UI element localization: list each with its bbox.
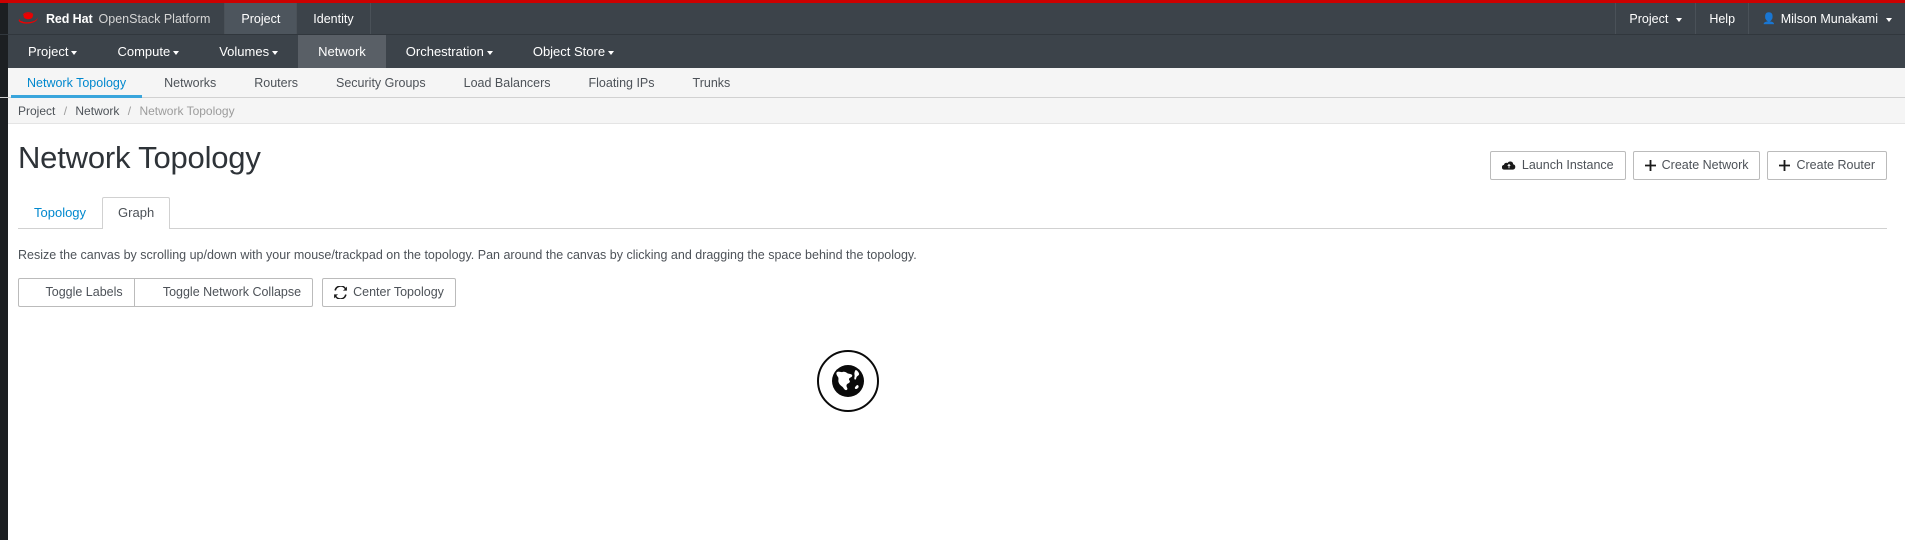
create-network-button[interactable]: Create Network	[1632, 151, 1761, 180]
nav-item-network-label: Network	[318, 44, 366, 59]
subnav-item-floating-ips[interactable]: Floating IPs	[570, 68, 674, 97]
brand-name-bold: Red Hat	[46, 11, 93, 26]
nav-item-network[interactable]: Network	[298, 35, 386, 68]
chevron-down-icon	[608, 50, 615, 55]
subnav-item-routers[interactable]: Routers	[235, 68, 317, 97]
help-link[interactable]: Help	[1695, 3, 1748, 34]
brand-name-light: OpenStack Platform	[98, 11, 211, 26]
nav-item-project-label: Project	[28, 44, 69, 59]
nav-item-orchestration[interactable]: Orchestration	[386, 35, 513, 68]
grid-3x3-icon	[146, 287, 157, 298]
center-topology-button[interactable]: Center Topology	[322, 278, 456, 308]
breadcrumb-band: Project / Network / Network Topology	[0, 98, 1905, 124]
breadcrumb: Project / Network / Network Topology	[18, 104, 235, 118]
tabs-wrap: Topology Graph	[0, 197, 1905, 229]
user-menu-label: Milson Munakami	[1780, 11, 1878, 26]
chevron-down-icon	[486, 50, 493, 55]
toggle-button-group: Toggle Labels Toggle Network Collapse	[18, 278, 314, 308]
secondary-nav: Network Topology Networks Routers Securi…	[0, 68, 1905, 98]
subnav-item-network-topology[interactable]: Network Topology	[8, 68, 145, 98]
user-icon: 👤	[1762, 12, 1776, 25]
nav-item-orchestration-label: Orchestration	[405, 44, 484, 59]
user-menu[interactable]: 👤 Milson Munakami	[1748, 3, 1905, 34]
subnav-item-load-balancers-label: Load Balancers	[463, 75, 551, 90]
launch-instance-label: Launch Instance	[1521, 158, 1614, 172]
nav-item-object-store-label: Object Store	[532, 44, 606, 59]
masthead-tab-identity[interactable]: Identity	[296, 3, 371, 34]
create-network-label: Create Network	[1661, 158, 1749, 172]
masthead-right-menu: Project Help 👤 Milson Munakami	[1615, 3, 1905, 34]
subnav-item-trunks-label: Trunks	[692, 75, 731, 90]
toggle-labels-label: Toggle Labels	[45, 285, 123, 300]
chevron-down-icon	[1676, 17, 1683, 22]
create-router-label: Create Router	[1796, 158, 1875, 172]
nav-item-volumes-label: Volumes	[219, 44, 270, 59]
chevron-down-icon	[1886, 17, 1892, 22]
primary-nav: Project Compute Volumes Network Orchestr…	[0, 34, 1905, 68]
subnav-item-floating-ips-label: Floating IPs	[588, 75, 655, 90]
red-hat-logo-icon	[18, 12, 40, 25]
project-selector-label: Project	[1629, 11, 1669, 26]
nav-item-object-store[interactable]: Object Store	[513, 35, 634, 68]
tab-topology[interactable]: Topology	[18, 197, 102, 229]
subnav-item-networks-label: Networks	[164, 75, 217, 90]
toggle-labels-button[interactable]: Toggle Labels	[18, 278, 135, 308]
breadcrumb-item-project[interactable]: Project	[18, 104, 55, 118]
plus-icon	[1779, 159, 1791, 171]
breadcrumb-separator: /	[63, 103, 68, 118]
tab-topology-label: Topology	[34, 205, 87, 221]
subnav-item-security-groups-label: Security Groups	[336, 75, 426, 90]
primary-nav-left-edge	[0, 35, 8, 68]
cloud-upload-icon	[1501, 160, 1516, 171]
nav-item-volumes[interactable]: Volumes	[199, 35, 298, 68]
topology-canvas[interactable]	[0, 317, 1905, 492]
brand-logo[interactable]: Red Hat OpenStack Platform	[8, 3, 224, 34]
breadcrumb-item-current: Network Topology	[139, 103, 235, 118]
toggle-network-collapse-label: Toggle Network Collapse	[162, 285, 302, 300]
nav-item-compute[interactable]: Compute	[97, 35, 199, 68]
subnav-item-load-balancers[interactable]: Load Balancers	[445, 68, 570, 97]
chevron-down-icon	[71, 50, 78, 55]
page-actions: Launch Instance Create Network Create Ro…	[1489, 151, 1887, 180]
grid-2x2-icon	[30, 288, 40, 298]
create-router-button[interactable]: Create Router	[1767, 151, 1887, 180]
subnav-item-security-groups[interactable]: Security Groups	[317, 68, 445, 97]
nav-item-project[interactable]: Project	[8, 35, 97, 68]
secondary-nav-left-edge	[0, 68, 8, 97]
masthead-tab-project-label: Project	[241, 11, 281, 26]
toggle-network-collapse-button[interactable]: Toggle Network Collapse	[133, 278, 314, 308]
tab-graph[interactable]: Graph	[102, 197, 171, 229]
center-topology-label: Center Topology	[353, 285, 444, 300]
subnav-item-networks[interactable]: Networks	[145, 68, 235, 97]
globe-icon	[828, 361, 868, 401]
page-body: Project / Network / Network Topology Net…	[0, 98, 1905, 540]
nav-item-compute-label: Compute	[117, 44, 171, 59]
breadcrumb-item-network[interactable]: Network	[75, 104, 119, 118]
chevron-down-icon	[173, 50, 180, 55]
launch-instance-button[interactable]: Launch Instance	[1489, 151, 1626, 180]
canvas-hint-text: Resize the canvas by scrolling up/down w…	[18, 247, 917, 262]
subnav-item-network-topology-label: Network Topology	[27, 75, 127, 90]
plus-icon	[1644, 159, 1656, 171]
masthead: Red Hat OpenStack Platform Project Ident…	[0, 3, 1905, 34]
help-link-label: Help	[1709, 11, 1736, 26]
masthead-tabs: Project Identity	[224, 3, 371, 34]
masthead-tab-identity-label: Identity	[313, 11, 354, 26]
breadcrumb-separator: /	[127, 103, 132, 118]
tab-graph-label: Graph	[118, 205, 155, 221]
chevron-down-icon	[272, 50, 279, 55]
masthead-left-edge	[0, 3, 8, 34]
external-network-node[interactable]	[817, 350, 879, 413]
masthead-tab-project[interactable]: Project	[224, 3, 297, 34]
refresh-icon	[334, 286, 348, 300]
project-selector[interactable]: Project	[1615, 3, 1695, 34]
topology-toolbar: Toggle Labels Toggle Network Collapse Ce…	[0, 278, 1905, 308]
view-tabs: Topology Graph	[18, 197, 1887, 229]
subnav-item-trunks[interactable]: Trunks	[674, 68, 750, 97]
subnav-item-routers-label: Routers	[254, 75, 299, 90]
title-row: Network Topology Launch Instance Create …	[0, 124, 1905, 180]
